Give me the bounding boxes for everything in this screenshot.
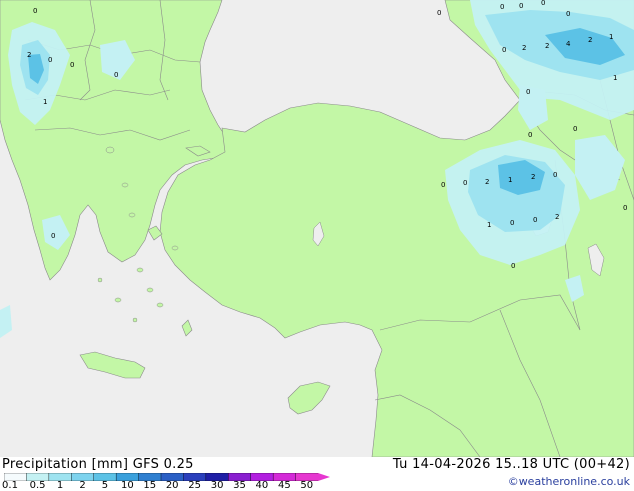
scale-label: 0.1 — [2, 480, 18, 491]
scale-label: 25 — [188, 480, 201, 491]
island — [156, 302, 164, 308]
scale-label: 5 — [101, 480, 109, 491]
value-label: 0 — [33, 7, 37, 15]
value-label: 1 — [508, 176, 512, 184]
scale-label: 1 — [56, 480, 64, 491]
value-label: 0 — [441, 181, 445, 189]
value-label: 2 — [531, 173, 535, 181]
value-label: 0 — [51, 232, 55, 240]
value-label: 2 — [545, 42, 549, 50]
value-label: 4 — [566, 40, 571, 48]
value-label: 0 — [573, 125, 577, 133]
scale-label: 45 — [278, 480, 291, 491]
scale-label: 10 — [121, 480, 134, 491]
value-label: 0 — [528, 131, 532, 139]
scale-label: 15 — [143, 480, 157, 491]
scale-label: 2 — [79, 480, 86, 491]
value-label: 2 — [588, 36, 592, 44]
value-label: 0 — [510, 219, 514, 227]
value-label: 1 — [613, 74, 617, 82]
island — [128, 212, 136, 218]
color-scale-labels: 0.1 0.5 1 2 5 10 15 20 25 30 35 40 45 50 — [0, 480, 330, 491]
island — [121, 182, 129, 188]
value-label: 2 — [27, 51, 31, 59]
scale-label: 0.5 — [29, 480, 46, 491]
island — [97, 277, 103, 283]
island — [136, 267, 144, 273]
scale-label: 50 — [300, 480, 314, 491]
credit-link[interactable]: ©weatheronline.co.uk — [508, 475, 630, 488]
scale-label: 30 — [210, 480, 224, 491]
value-label: 0 — [48, 56, 52, 64]
value-label: 1 — [43, 98, 47, 106]
scale-label: 40 — [255, 480, 269, 491]
map-title: Precipitation [mm] GFS 0.25 — [2, 457, 194, 472]
value-label: 0 — [437, 9, 441, 17]
value-label: 0 — [566, 10, 570, 18]
island — [105, 146, 115, 154]
footer-bar: Precipitation [mm] GFS 0.25 Tu 14-04-202… — [0, 457, 634, 491]
value-label: 0 — [502, 46, 506, 54]
scale-label: 20 — [165, 480, 179, 491]
scale-label: 35 — [233, 480, 246, 491]
value-label: 0 — [553, 171, 557, 179]
value-label: 0 — [500, 3, 504, 11]
value-label: 0 — [623, 204, 627, 212]
value-label: 1 — [609, 33, 613, 41]
value-label: 0 — [526, 88, 530, 96]
forecast-datetime: Tu 14-04-2026 15..18 UTC (00+42) — [392, 457, 630, 472]
value-label: 0 — [541, 0, 545, 7]
value-label: 0 — [519, 2, 523, 10]
value-label: 2 — [485, 178, 489, 186]
value-label: 0 — [463, 179, 467, 187]
value-label: 0 — [511, 262, 515, 270]
value-label: 0 — [70, 61, 74, 69]
island — [114, 297, 122, 303]
island — [132, 317, 138, 323]
value-label: 2 — [522, 44, 526, 52]
precipitation-map: 0 2 0 0 1 0 0 0 0 0 0 0 0 2 2 4 2 1 1 0 … — [0, 0, 634, 457]
value-label: 2 — [555, 213, 559, 221]
value-label: 0 — [533, 216, 537, 224]
weather-map-frame: 0 2 0 0 1 0 0 0 0 0 0 0 0 2 2 4 2 1 1 0 … — [0, 0, 634, 491]
island — [146, 287, 154, 293]
value-label: 0 — [114, 71, 118, 79]
island — [171, 245, 179, 251]
value-label: 1 — [487, 221, 491, 229]
